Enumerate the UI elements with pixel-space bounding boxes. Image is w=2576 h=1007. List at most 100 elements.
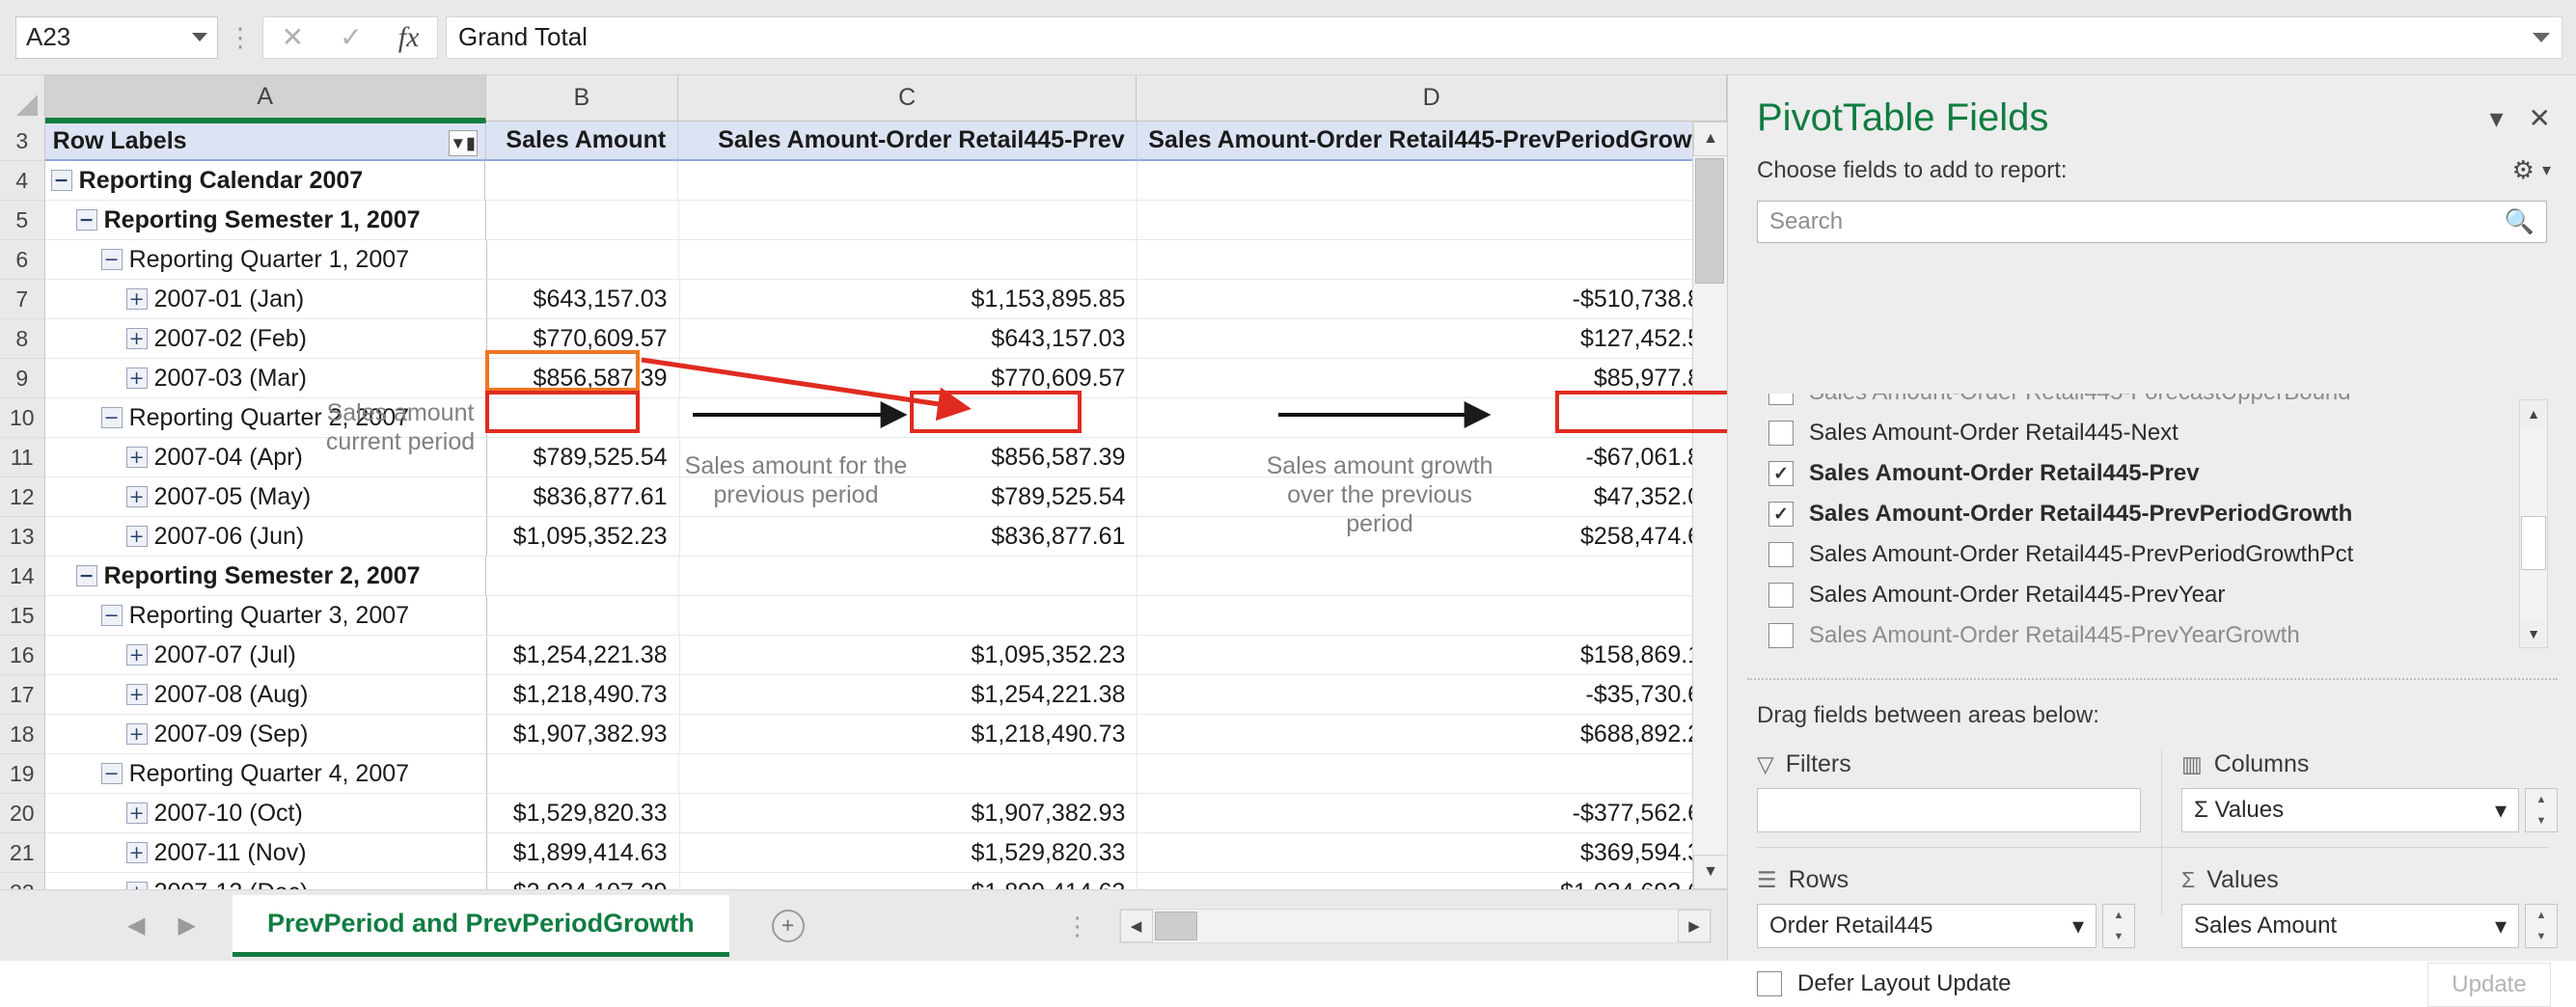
row-header[interactable]: 9 — [0, 359, 45, 398]
magnifier-icon[interactable]: 🔍 — [2505, 208, 2535, 236]
update-button[interactable]: Update — [2427, 963, 2551, 1007]
cell-b-value[interactable]: $1,899,414.63 — [487, 833, 680, 873]
cell-c-value[interactable]: $1,907,382.93 — [679, 794, 1138, 833]
row-header[interactable]: 3 — [0, 122, 45, 161]
table-row[interactable]: 14− Reporting Semester 2, 2007 — [0, 557, 1727, 596]
close-icon[interactable]: ✕ — [2529, 102, 2551, 134]
cell-row-label[interactable]: − Reporting Quarter 3, 2007 — [44, 596, 487, 636]
grid-vertical-scrollbar[interactable]: ▲ ▼ — [1692, 122, 1727, 889]
cell-row-label[interactable]: − Reporting Calendar 2007 — [44, 161, 486, 201]
scroll-down-icon[interactable]: ▼ — [1693, 855, 1727, 889]
search-input[interactable]: Search 🔍 — [1757, 201, 2547, 243]
chevron-down-icon[interactable] — [192, 33, 207, 41]
cell-b-value[interactable]: $1,095,352.23 — [487, 517, 680, 557]
collapse-icon[interactable]: − — [50, 170, 72, 191]
cell-d-value[interactable]: $258,474.62 — [1137, 517, 1727, 557]
collapse-icon[interactable]: − — [100, 407, 123, 428]
field-list-item[interactable]: ✓ Sales Amount-Order Retail445-PrevPeriod… — [1757, 494, 2548, 534]
field-list-item[interactable]: Sales Amount-Order Retail445-PrevYear — [1757, 575, 2548, 615]
cell-d-value[interactable]: $158,869.15 — [1137, 636, 1727, 675]
cell-c-value[interactable] — [678, 201, 1137, 240]
field-checkbox[interactable] — [1768, 623, 1794, 648]
area-values-spinner[interactable]: ▲ ▼ — [2525, 904, 2558, 948]
expand-icon[interactable]: + — [125, 803, 148, 824]
expand-icon[interactable]: + — [125, 288, 148, 310]
expand-icon[interactable]: + — [125, 486, 148, 507]
table-row[interactable]: 8 +2007-02 (Feb) $770,609.57 $643,157.03 $12… — [0, 319, 1727, 359]
row-header[interactable]: 18 — [0, 715, 45, 754]
chevron-right-icon[interactable]: ▶ — [178, 912, 195, 939]
collapse-icon[interactable]: − — [100, 763, 123, 784]
expand-icon[interactable]: + — [125, 723, 148, 745]
cell-c-value[interactable]: $1,153,895.85 — [679, 280, 1138, 319]
area-values[interactable]: Σ Values Sales Amount ▾ ▲ ▼ — [2181, 866, 2567, 948]
formula-bar-overflow-icon[interactable]: ⋮ — [218, 24, 262, 50]
area-filters-dropzone[interactable] — [1757, 788, 2141, 832]
collapse-icon[interactable]: − — [100, 605, 123, 626]
cell-row-label[interactable]: − Reporting Quarter 4, 2007 — [44, 754, 487, 794]
cell-c-value[interactable] — [679, 596, 1138, 636]
cell-b-value[interactable] — [486, 398, 680, 438]
pivot-row-labels-header[interactable]: Row Labels ▼▮ — [44, 122, 486, 161]
row-header[interactable]: 16 — [0, 636, 45, 675]
field-checkbox[interactable]: ✓ — [1768, 461, 1794, 486]
row-header[interactable]: 14 — [0, 557, 45, 596]
row-header[interactable]: 12 — [0, 477, 45, 517]
cell-d-value[interactable] — [1137, 201, 1727, 240]
spreadsheet-grid[interactable]: A B C D 3 Row Labels ▼▮ Sales Amount Sal… — [0, 75, 1727, 889]
select-all-corner[interactable] — [0, 75, 45, 122]
field-checkbox[interactable]: ✓ — [1768, 502, 1794, 527]
field-checkbox[interactable] — [1768, 394, 1794, 405]
row-header[interactable]: 8 — [0, 319, 45, 359]
cell-row-label[interactable]: − Reporting Semester 1, 2007 — [44, 201, 487, 240]
row-header[interactable]: 15 — [0, 596, 45, 636]
formula-input[interactable]: Grand Total — [446, 15, 2562, 59]
scroll-right-icon[interactable]: ▶ — [1678, 909, 1711, 942]
cell-c-value[interactable]: $1,095,352.23 — [679, 636, 1138, 675]
cell-c-value[interactable]: $770,609.57 — [679, 359, 1138, 398]
cell-row-label[interactable]: +2007-09 (Sep) — [44, 715, 488, 754]
chevron-down-icon[interactable]: ▾ — [2495, 797, 2507, 825]
cell-row-label[interactable]: +2007-10 (Oct) — [44, 794, 488, 833]
table-row[interactable]: 5− Reporting Semester 1, 2007 — [0, 201, 1727, 240]
table-row[interactable]: 18 +2007-09 (Sep) $1,907,382.93 $1,218,490.… — [0, 715, 1727, 754]
area-columns-field-values[interactable]: Σ Values ▾ — [2181, 788, 2519, 832]
scroll-down-icon[interactable]: ▼ — [2520, 620, 2547, 647]
cell-b-value[interactable] — [486, 201, 679, 240]
area-columns-spinner[interactable]: ▲ ▼ — [2525, 788, 2558, 832]
table-row[interactable]: 12 +2007-05 (May) $836,877.61 $789,525.54 $4… — [0, 477, 1727, 517]
cell-row-label[interactable]: +2007-05 (May) — [44, 477, 488, 517]
field-list-item[interactable]: Sales Amount-Order Retail445-PrevYearGro… — [1757, 615, 2548, 654]
row-header[interactable]: 11 — [0, 438, 45, 477]
cell-d-value[interactable]: -$377,562.60 — [1137, 794, 1727, 833]
hscrollbar-thumb[interactable] — [1154, 911, 1197, 940]
name-box[interactable]: A23 — [15, 15, 218, 59]
chevron-left-icon[interactable]: ◀ — [127, 912, 145, 939]
cell-d-value[interactable]: $369,594.30 — [1137, 833, 1727, 873]
table-row[interactable]: 15− Reporting Quarter 3, 2007 — [0, 596, 1727, 636]
scrollbar-thumb[interactable] — [2521, 516, 2546, 570]
scroll-up-icon[interactable]: ▲ — [1693, 122, 1727, 156]
cell-c-value[interactable]: $1,218,490.73 — [679, 715, 1138, 754]
cell-c-value[interactable]: $856,587.39 — [679, 438, 1138, 477]
cell-c-value[interactable]: $836,877.61 — [679, 517, 1138, 557]
table-row[interactable]: 17 +2007-08 (Aug) $1,218,490.73 $1,254,221.… — [0, 675, 1727, 715]
pivot-col-header-d[interactable]: Sales Amount-Order Retail445-PrevPeriodG… — [1137, 122, 1727, 161]
defer-layout-update-checkbox[interactable] — [1757, 971, 1782, 996]
cell-b-value[interactable] — [485, 161, 679, 201]
expand-icon[interactable]: + — [125, 644, 148, 666]
table-row[interactable]: 4− Reporting Calendar 2007 — [0, 161, 1727, 201]
defer-layout-update-row[interactable]: Defer Layout Update — [1757, 970, 2011, 997]
area-rows-field-orderretail445[interactable]: Order Retail445 ▾ — [1757, 904, 2096, 948]
check-icon[interactable]: ✓ — [340, 23, 362, 51]
collapse-icon[interactable]: − — [100, 249, 123, 270]
cell-row-label[interactable]: +2007-01 (Jan) — [44, 280, 488, 319]
cell-c-value[interactable]: $643,157.03 — [679, 319, 1138, 359]
cell-row-label[interactable]: +2007-04 (Apr) — [44, 438, 488, 477]
area-columns[interactable]: ▥ Columns Σ Values ▾ ▲ ▼ — [2181, 750, 2567, 832]
chevron-down-icon[interactable]: ▾ — [2072, 912, 2084, 940]
sheet-overflow-icon[interactable]: ⋮ — [1065, 913, 1090, 939]
expand-icon[interactable]: + — [125, 447, 148, 468]
area-rows[interactable]: ☰ Rows Order Retail445 ▾ ▲ ▼ — [1757, 866, 2143, 948]
field-list-item[interactable]: Sales Amount-Order Retail445-PrevPeriodG… — [1757, 534, 2548, 575]
